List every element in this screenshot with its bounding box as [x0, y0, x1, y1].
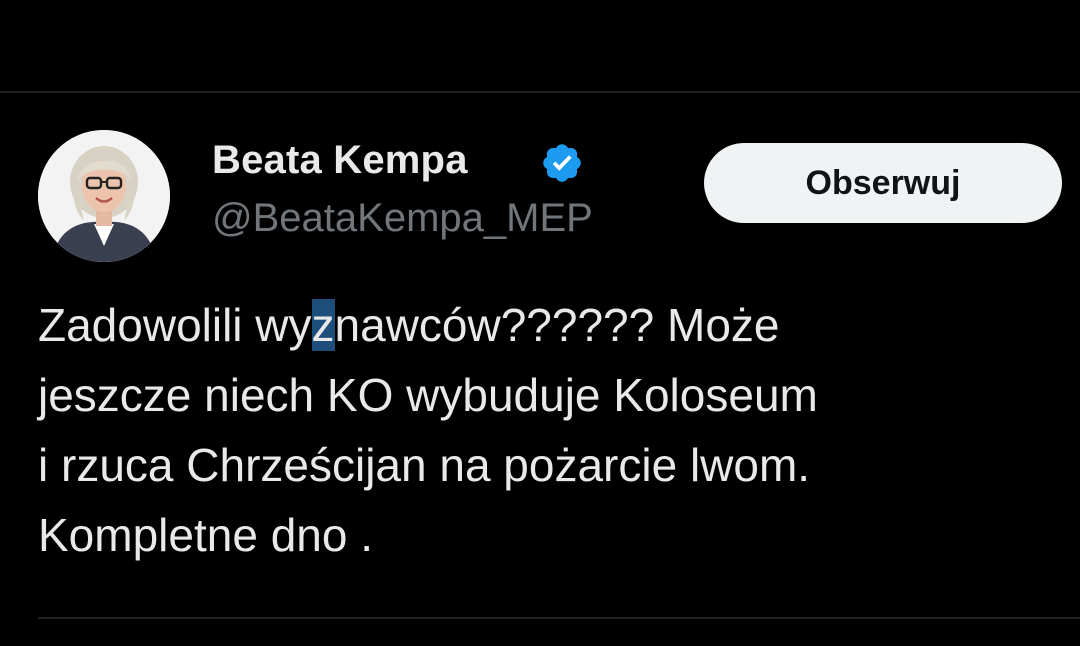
- tweet-line-1-end: nawców?????? Może: [334, 299, 780, 351]
- text-selection-cursor: z: [311, 299, 335, 351]
- display-name[interactable]: Beata Kempa: [212, 138, 468, 183]
- follow-button[interactable]: Obserwuj: [704, 143, 1062, 223]
- tweet-line-3: i rzuca Chrześcijan na pożarcie lwom.: [38, 439, 811, 491]
- tweet-line-1-start: Zadowolili wy: [38, 299, 312, 351]
- profile-photo: [38, 130, 170, 262]
- tweet-text: Zadowolili wyznawców?????? Może jeszcze …: [38, 290, 1068, 570]
- tweet-line-2: jeszcze niech KO wybuduje Koloseum: [38, 369, 818, 421]
- verified-badge-icon: [543, 144, 581, 182]
- handle[interactable]: @BeataKempa_MEP: [212, 196, 593, 241]
- bottom-divider: [38, 617, 1080, 619]
- top-divider: [0, 91, 1080, 93]
- tweet-line-1: Zadowolili wyznawców?????? Może: [38, 290, 1068, 360]
- tweet-line-4: Kompletne dno .: [38, 509, 374, 561]
- avatar[interactable]: [38, 130, 170, 262]
